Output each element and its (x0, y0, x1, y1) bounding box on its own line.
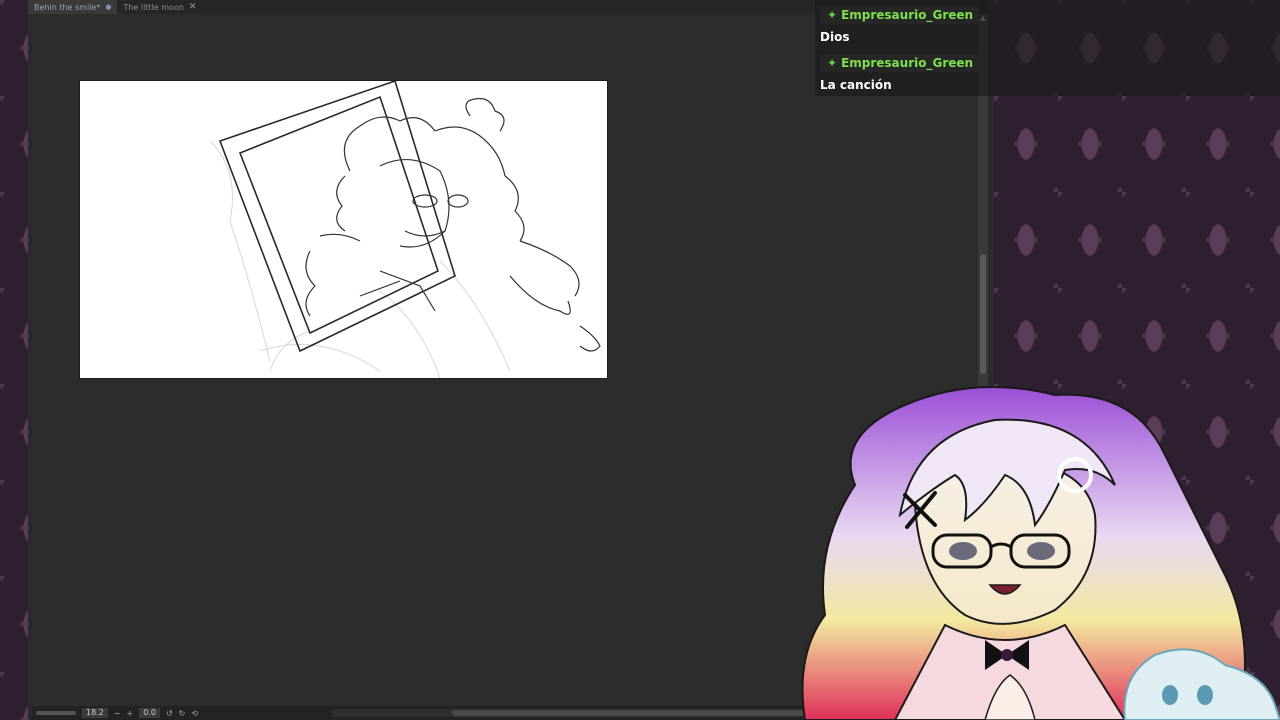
scrollbar-thumb[interactable] (980, 254, 986, 374)
username-text: Empresaurio_Green (841, 8, 974, 22)
rotate-left-icon[interactable]: ↺ (166, 709, 173, 718)
sketch-artwork (209, 81, 601, 378)
vtuber-avatar (801, 386, 1280, 720)
chat-message: ✦ Empresaurio_Green Dios (820, 4, 980, 44)
close-icon[interactable]: ✕ (189, 2, 197, 12)
chat-text: La canción (820, 78, 892, 92)
zoom-in-button[interactable]: + (127, 709, 134, 718)
chat-text: Dios (820, 30, 850, 44)
sparkle-badge-icon: ✦ (827, 8, 838, 22)
username-text: Empresaurio_Green (841, 56, 974, 70)
tab-label: The little moon (123, 2, 184, 12)
zoom-slider[interactable] (36, 711, 76, 715)
rotation-value[interactable]: 0.0 (139, 708, 160, 718)
zoom-out-button[interactable]: − (114, 709, 121, 718)
chat-message: ✦ Empresaurio_Green La canción (820, 52, 980, 92)
chat-username: ✦ Empresaurio_Green (820, 6, 980, 24)
drawing-canvas[interactable] (79, 80, 608, 379)
sparkle-badge-icon: ✦ (827, 56, 838, 70)
reset-rotation-icon[interactable]: ⟲ (191, 709, 198, 718)
tab-the-little-moon[interactable]: The little moon ✕ (117, 0, 202, 14)
stream-chat-overlay: ✦ Empresaurio_Green Dios ✦ Empresaurio_G… (815, 0, 1280, 96)
rotate-right-icon[interactable]: ↻ (179, 709, 186, 718)
chat-username: ✦ Empresaurio_Green (820, 54, 980, 72)
tab-behin-the-smile[interactable]: Behin the smile* ● (28, 0, 118, 14)
background-pattern-left (0, 0, 28, 720)
zoom-value[interactable]: 18.2 (82, 708, 108, 718)
tab-label: Behin the smile* (34, 2, 101, 12)
unsaved-dot-icon: ● (105, 3, 112, 11)
